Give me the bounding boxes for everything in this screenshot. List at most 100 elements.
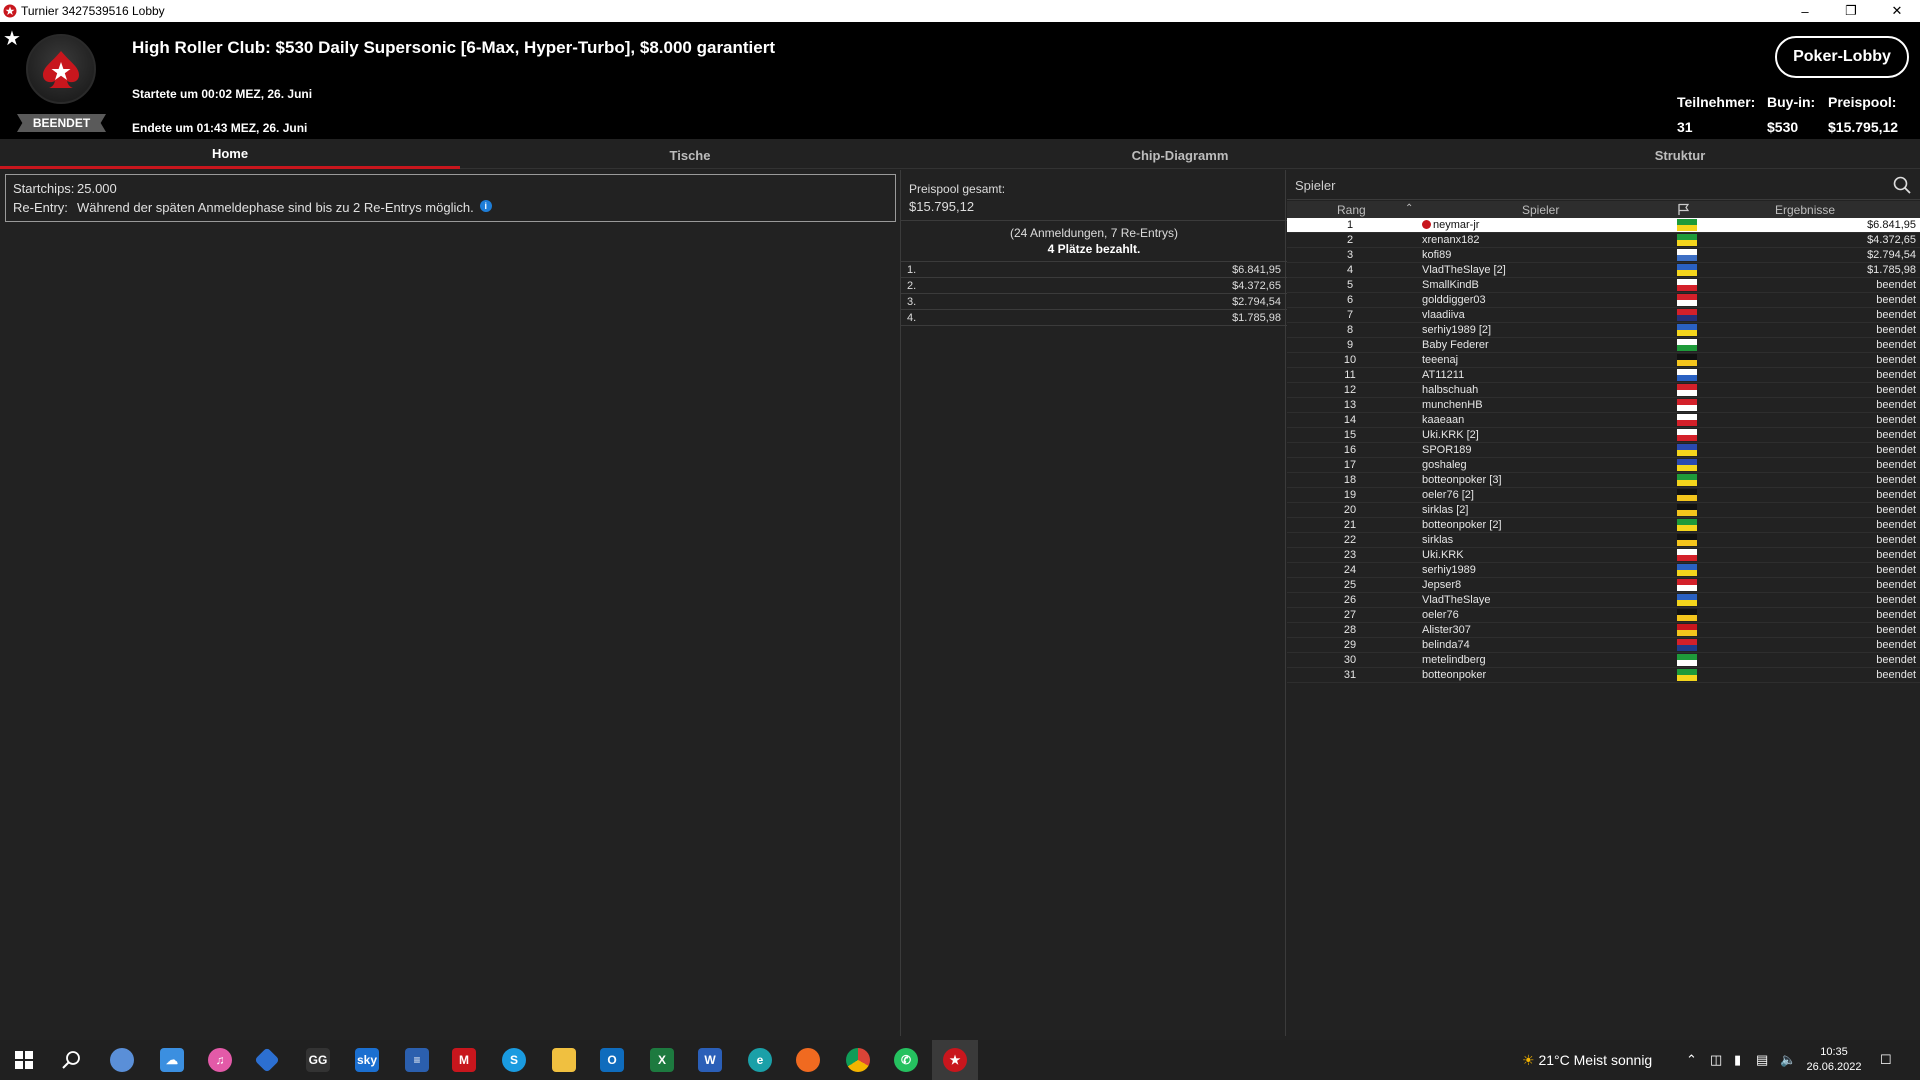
player-name-cell: kofi89 [1422, 249, 1451, 261]
tournament-title: High Roller Club: $530 Daily Supersonic … [132, 38, 776, 57]
ggpoker-icon[interactable]: GG [306, 1048, 330, 1072]
network-icon[interactable]: ▤ [1756, 1052, 1768, 1068]
file-explorer-icon[interactable] [552, 1048, 576, 1072]
word-icon[interactable]: W [698, 1048, 722, 1072]
sort-ascending-icon[interactable]: ⌃ [1405, 203, 1413, 214]
cortana-icon[interactable] [110, 1048, 134, 1072]
excel-icon[interactable]: X [650, 1048, 674, 1072]
prizepool-total-label: Preispool gesamt: [909, 182, 1006, 196]
onedrive-icon[interactable]: ☁ [160, 1048, 184, 1072]
column-result[interactable]: Ergebnisse [1775, 203, 1835, 217]
player-rank: 8 [1346, 324, 1354, 336]
player-row[interactable]: 29 belinda74 beendet [1287, 638, 1920, 653]
player-row[interactable]: 23 Uki.KRK beendet [1287, 548, 1920, 563]
player-row[interactable]: 15 Uki.KRK [2] beendet [1287, 428, 1920, 443]
mcafee-icon[interactable]: M [452, 1048, 476, 1072]
flag-column-icon[interactable] [1677, 203, 1691, 216]
player-result: beendet [1876, 354, 1916, 366]
country-flag-icon [1677, 339, 1697, 351]
player-row[interactable]: 13 munchenHB beendet [1287, 398, 1920, 413]
favorite-star-icon[interactable]: ★ [3, 26, 21, 51]
pokerstars-taskbar-icon[interactable]: ★ [943, 1048, 967, 1072]
tab-struktur[interactable]: Struktur [1440, 141, 1920, 169]
player-row[interactable]: 17 goshaleg beendet [1287, 458, 1920, 473]
search-icon[interactable] [1892, 175, 1912, 195]
search-icon[interactable] [60, 1048, 84, 1072]
player-row[interactable]: 16 SPOR189 beendet [1287, 443, 1920, 458]
whatsapp-icon[interactable]: ✆ [894, 1048, 918, 1072]
player-row[interactable]: 3 kofi89 $2.794,54 [1287, 248, 1920, 263]
player-rank: 14 [1343, 414, 1357, 426]
player-row[interactable]: 11 AT11211 beendet [1287, 368, 1920, 383]
skype-icon[interactable]: S [502, 1048, 526, 1072]
player-row[interactable]: 12 halbschuah beendet [1287, 383, 1920, 398]
player-row[interactable]: 9 Baby Federer beendet [1287, 338, 1920, 353]
player-row[interactable]: 21 botteonpoker [2] beendet [1287, 518, 1920, 533]
outlook-icon[interactable]: O [600, 1048, 624, 1072]
player-row[interactable]: 30 metelindberg beendet [1287, 653, 1920, 668]
player-row[interactable]: 24 serhiy1989 beendet [1287, 563, 1920, 578]
player-row[interactable]: 31 botteonpoker beendet [1287, 668, 1920, 683]
volume-icon[interactable]: 🔈 [1780, 1052, 1796, 1068]
itunes-icon[interactable]: ♫ [208, 1048, 232, 1072]
player-row[interactable]: 6 golddigger03 beendet [1287, 293, 1920, 308]
payout-row: 4. $1.785,98 [901, 310, 1287, 326]
tab-tische[interactable]: Tische [460, 141, 920, 169]
minimize-icon[interactable]: – [1782, 0, 1828, 22]
player-rank: 28 [1343, 624, 1357, 636]
player-rank: 1 [1346, 219, 1354, 231]
battery-icon[interactable]: ▮ [1734, 1052, 1741, 1068]
player-row[interactable]: 20 sirklas [2] beendet [1287, 503, 1920, 518]
app-diamond-icon[interactable] [254, 1047, 280, 1073]
player-row[interactable]: 5 SmallKindB beendet [1287, 278, 1920, 293]
payout-amount: $6.841,95 [1232, 264, 1281, 276]
column-rank[interactable]: Rang [1337, 203, 1366, 217]
edge-icon[interactable]: e [748, 1048, 772, 1072]
player-row[interactable]: 10 teeenaj beendet [1287, 353, 1920, 368]
player-name-cell: neymar-jr [1422, 219, 1479, 231]
player-row[interactable]: 19 oeler76 [2] beendet [1287, 488, 1920, 503]
player-row[interactable]: 27 oeler76 beendet [1287, 608, 1920, 623]
country-flag-icon [1677, 369, 1697, 381]
player-result: beendet [1876, 369, 1916, 381]
meet-now-icon[interactable]: ◫ [1710, 1052, 1722, 1068]
player-row[interactable]: 2 xrenanx182 $4.372,65 [1287, 233, 1920, 248]
info-icon[interactable]: i [479, 200, 492, 212]
player-row[interactable]: 26 VladTheSlaye beendet [1287, 593, 1920, 608]
chrome-icon[interactable] [846, 1048, 870, 1072]
sky-icon[interactable]: sky [355, 1048, 379, 1072]
player-rank: 12 [1343, 384, 1357, 396]
country-flag-icon [1677, 324, 1697, 336]
calculator-icon[interactable]: ≡ [405, 1048, 429, 1072]
country-flag-icon [1677, 384, 1697, 396]
player-row[interactable]: 7 vlaadiiva beendet [1287, 308, 1920, 323]
weather-widget[interactable]: ☀ 21°C Meist sonnig [1522, 1052, 1652, 1069]
player-row[interactable]: 14 kaaeaan beendet [1287, 413, 1920, 428]
chevron-up-icon[interactable]: ⌃ [1686, 1052, 1697, 1068]
payout-amount: $4.372,65 [1232, 280, 1281, 292]
tab-chip-diagramm[interactable]: Chip-Diagramm [920, 141, 1440, 169]
player-row[interactable]: 18 botteonpoker [3] beendet [1287, 473, 1920, 488]
system-clock[interactable]: 10:35 26.06.2022 [1806, 1045, 1862, 1075]
close-icon[interactable]: ✕ [1874, 0, 1920, 22]
column-player[interactable]: Spieler [1522, 203, 1559, 217]
player-row[interactable]: 4 VladTheSlaye [2] $1.785,98 [1287, 263, 1920, 278]
player-name-cell: oeler76 [2] [1422, 489, 1474, 501]
player-row[interactable]: 1 neymar-jr $6.841,95 [1287, 218, 1920, 233]
player-row[interactable]: 8 serhiy1989 [2] beendet [1287, 323, 1920, 338]
player-name-cell: serhiy1989 [1422, 564, 1476, 576]
player-row[interactable]: 25 Jepser8 beendet [1287, 578, 1920, 593]
windows-start-icon[interactable] [12, 1048, 36, 1072]
player-row[interactable]: 28 Alister307 beendet [1287, 623, 1920, 638]
player-search-input[interactable]: Spieler [1287, 170, 1920, 200]
tab-home[interactable]: Home [0, 141, 460, 169]
player-row[interactable]: 22 sirklas beendet [1287, 533, 1920, 548]
player-result: beendet [1876, 459, 1916, 471]
notification-icon[interactable]: ☐ [1880, 1052, 1892, 1068]
poker-lobby-button[interactable]: Poker-Lobby [1775, 36, 1909, 78]
player-rank: 13 [1343, 399, 1357, 411]
payout-amount: $2.794,54 [1232, 296, 1281, 308]
restore-icon[interactable]: ❐ [1828, 0, 1874, 22]
player-result: beendet [1876, 384, 1916, 396]
firefox-icon[interactable] [796, 1048, 820, 1072]
